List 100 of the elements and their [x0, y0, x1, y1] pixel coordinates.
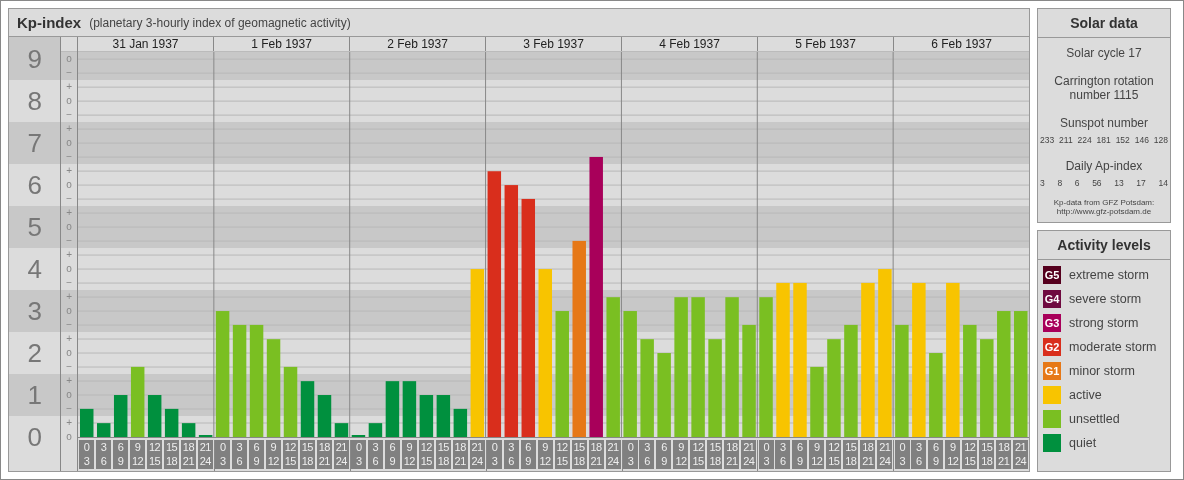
- ap-index-value: 6: [1074, 178, 1080, 188]
- time-slot-label: 3 6: [231, 440, 247, 469]
- ap-index-value: 17: [1136, 178, 1146, 188]
- bar: [436, 395, 451, 437]
- sunspot-value: 146: [1134, 135, 1149, 145]
- day-label: 2 Feb 1937: [387, 37, 448, 51]
- time-slot-label: 9 12: [401, 440, 417, 469]
- kp-axis-label: 3: [27, 296, 42, 327]
- time-slot-label: 15 18: [571, 440, 587, 469]
- time-slot-label: 0 3: [79, 440, 94, 469]
- kp-sub-label: −: [66, 110, 73, 120]
- kp-axis-label: 6: [27, 170, 42, 201]
- source-note: http://www.gfz-potsdam.de: [1056, 207, 1152, 216]
- time-slot-label: 21 24: [1013, 440, 1029, 469]
- level-badge: G5: [1043, 266, 1061, 284]
- bar: [113, 395, 128, 437]
- sunspot-value: 128: [1153, 135, 1168, 145]
- time-slot-label: 0 3: [623, 440, 638, 469]
- time-slot-label: 0 3: [215, 440, 231, 469]
- time-slot-label: 9 12: [129, 440, 145, 469]
- kp-sub-label: +: [66, 250, 73, 260]
- sunspot-value: 211: [1059, 135, 1073, 145]
- bar: [80, 408, 94, 437]
- time-slot-label: 6 9: [520, 440, 536, 469]
- day-label: 1 Feb 1937: [251, 37, 312, 51]
- time-slot-label: 0 3: [894, 440, 910, 469]
- level-badge: G3: [1043, 314, 1061, 332]
- kp-sub-label: +: [66, 82, 73, 92]
- kp-axis-label: 1: [27, 380, 42, 410]
- time-slot-label: 9 12: [673, 440, 689, 469]
- kp-sub-label: +: [66, 292, 73, 302]
- time-slot-label: 6 9: [792, 440, 808, 469]
- bar: [810, 366, 824, 437]
- legend-label: minor storm: [1069, 364, 1135, 378]
- time-slot-label: 15 18: [707, 440, 723, 469]
- kp-sub-label: −: [66, 194, 73, 204]
- kp-axis-label: 0: [27, 422, 42, 452]
- kp-sub-label: o: [66, 96, 72, 106]
- time-slot-label: 9 12: [809, 440, 825, 469]
- time-slot-label: 18 21: [316, 440, 332, 469]
- time-slot-label: 21 24: [197, 440, 213, 469]
- sunspot-value: 233: [1040, 135, 1055, 145]
- kp-sub-label: −: [66, 320, 73, 330]
- panel-title: Kp-index: [17, 14, 82, 31]
- time-slot-label: 12 15: [554, 440, 570, 469]
- bar: [419, 395, 434, 437]
- solar-cycle-text: Solar cycle 17: [1065, 46, 1143, 60]
- kp-sub-label: o: [66, 264, 72, 274]
- time-slot-label: 0 3: [487, 440, 503, 469]
- level-badge: G4: [1043, 290, 1061, 308]
- time-slot-label: 21 24: [333, 440, 349, 469]
- kp-sub-label: −: [66, 278, 73, 288]
- ap-index-value: 14: [1158, 178, 1168, 188]
- bar: [334, 423, 349, 437]
- ap-index-value: 13: [1114, 178, 1124, 188]
- kp-sub-label: −: [66, 404, 73, 414]
- time-slot-label: 12 15: [146, 440, 162, 469]
- time-slot-label: 21 24: [877, 440, 893, 469]
- kp-sub-label: −: [66, 152, 73, 162]
- time-slot-label: 15 18: [435, 440, 451, 469]
- time-slot-label: 21 24: [605, 440, 621, 469]
- kp-sub-label: o: [66, 348, 72, 358]
- legend-label: active: [1069, 388, 1102, 402]
- time-slot-label: 18 21: [452, 440, 468, 469]
- legend-label: extreme storm: [1069, 268, 1149, 282]
- ap-index-value: 8: [1057, 178, 1063, 188]
- time-slot-label: 21 24: [741, 440, 757, 469]
- panel-subtitle: (planetary 3-hourly index of geomagnetic activity): [89, 15, 351, 30]
- time-slot-label: 6 9: [656, 440, 672, 469]
- source-note: Kp-data from GFZ Potsdam:: [1053, 198, 1155, 207]
- kp-axis-label: 5: [27, 212, 42, 243]
- time-slot-label: 18 21: [996, 440, 1012, 469]
- time-slot-label: 18 21: [724, 440, 740, 469]
- bar: [147, 395, 162, 437]
- time-slot-label: 6 9: [112, 440, 128, 469]
- kp-sub-label: −: [66, 362, 73, 372]
- bar: [317, 395, 332, 437]
- ap-index-value: 3: [1040, 178, 1045, 188]
- bar: [402, 381, 417, 437]
- day-label: 4 Feb 1937: [659, 37, 720, 51]
- time-slot-label: 12 15: [690, 440, 706, 469]
- time-slot-label: 9 12: [537, 440, 553, 469]
- bar: [164, 408, 179, 437]
- legend-label: strong storm: [1069, 316, 1139, 330]
- ap-index-value: 56: [1092, 178, 1102, 188]
- time-slot-label: 12 15: [826, 440, 842, 469]
- time-slot-label: 3 6: [95, 440, 111, 469]
- level-badge: G2: [1043, 338, 1061, 356]
- kp-axis-label: 7: [27, 128, 42, 159]
- bar: [130, 366, 145, 437]
- kp-sub-label: −: [66, 68, 73, 78]
- kp-axis-label: 2: [27, 338, 42, 368]
- kp-sub-label: o: [66, 180, 72, 190]
- bar: [368, 423, 383, 437]
- kp-sub-label: +: [66, 124, 73, 134]
- time-slot-label: 15 18: [163, 440, 179, 469]
- bar: [300, 381, 315, 437]
- legend-label: quiet: [1069, 436, 1097, 450]
- day-label: 3 Feb 1937: [523, 37, 584, 51]
- bar: [97, 423, 111, 437]
